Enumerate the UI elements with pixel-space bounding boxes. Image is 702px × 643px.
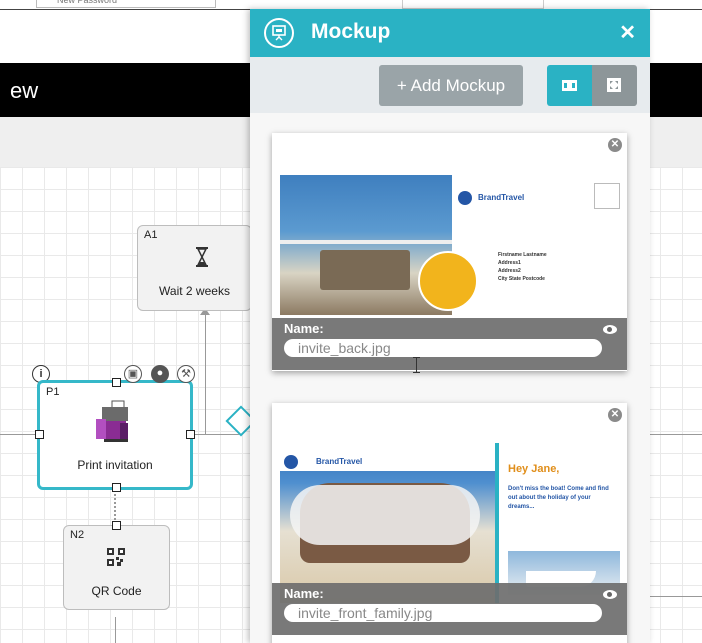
name-bar: Name: <box>272 583 627 635</box>
view-single-button[interactable] <box>547 65 592 106</box>
remove-icon[interactable]: ✕ <box>608 138 622 152</box>
brand-logo <box>458 191 472 205</box>
eye-icon[interactable] <box>603 590 617 599</box>
wrench-icon[interactable]: ⚒ <box>177 365 195 383</box>
printer-icon <box>96 400 128 442</box>
connector <box>650 596 702 597</box>
node-qr[interactable]: N2 QR Code <box>63 521 170 610</box>
connect-handle-left[interactable] <box>35 430 44 439</box>
panel-toolbar: + Add Mockup <box>250 57 650 113</box>
brand-name: BrandTravel <box>316 457 363 466</box>
connect-handle-right[interactable] <box>186 430 195 439</box>
mockup-card[interactable]: ✕ BrandTravel Hey Jane, Don't miss the b… <box>272 403 627 643</box>
node-code: N2 <box>70 529 85 541</box>
remove-icon[interactable]: ✕ <box>608 408 622 422</box>
node-label: Print invitation <box>77 458 153 472</box>
connector <box>115 617 116 643</box>
panel-title: Mockup <box>311 20 391 43</box>
connect-handle-top[interactable] <box>112 521 121 530</box>
brand-name: BrandTravel <box>478 193 525 202</box>
name-label: Name: <box>284 586 324 601</box>
accent-strip <box>495 443 499 603</box>
node-code: P1 <box>46 386 60 398</box>
connect-handle-bottom[interactable] <box>112 483 121 492</box>
field-fragment-right <box>402 0 544 9</box>
text-cursor-icon <box>413 357 420 373</box>
name-label: Name: <box>284 321 324 336</box>
connect-handle-top[interactable] <box>112 378 121 387</box>
node-code: A1 <box>144 229 158 241</box>
qr-code-icon <box>107 548 125 566</box>
view-expand-button[interactable] <box>592 65 637 106</box>
name-input[interactable] <box>284 604 602 622</box>
add-mockup-button[interactable]: + Add Mockup <box>379 65 523 106</box>
node-wait[interactable]: A1 Wait 2 weeks <box>137 225 252 311</box>
node-label: QR Code <box>91 584 142 598</box>
node-print[interactable]: P1 Print invitation <box>35 378 195 492</box>
mockup-image-front <box>280 443 495 603</box>
eye-icon[interactable] <box>603 325 617 334</box>
connector <box>205 312 206 435</box>
close-icon[interactable]: ✕ <box>619 20 636 45</box>
presentation-icon <box>264 18 294 48</box>
panel-header: Mockup ✕ <box>250 9 650 57</box>
stamp-box <box>594 183 620 209</box>
mockup-icon[interactable]: ▣ <box>124 365 142 383</box>
connector <box>190 434 240 435</box>
node-label: Wait 2 weeks <box>159 284 230 298</box>
password-field-fragment: New Password <box>36 0 216 8</box>
body-text: Don't miss the boat! Come and find out a… <box>508 486 609 510</box>
expand-icon <box>607 78 621 92</box>
brand-logo <box>284 455 298 469</box>
connector <box>0 434 40 435</box>
search-icon[interactable]: ● <box>151 365 169 383</box>
mockup-panel: Mockup ✕ + Add Mockup ✕ BrandTravel Firs… <box>250 9 650 643</box>
promo-badge <box>418 251 478 311</box>
address-block: Firstname Lastname Address1 Address2 Cit… <box>498 252 547 282</box>
connector <box>650 434 702 435</box>
name-input[interactable] <box>284 339 602 357</box>
background-title: ew <box>10 78 39 103</box>
mockup-list[interactable]: ✕ BrandTravel Firstname Lastname Address… <box>250 113 650 643</box>
name-bar: Name: <box>272 318 627 370</box>
mockup-card[interactable]: ✕ BrandTravel Firstname Lastname Address… <box>272 133 627 371</box>
card-view-icon <box>562 80 577 91</box>
greeting-text: Hey Jane, <box>508 463 560 475</box>
hourglass-icon <box>196 247 208 267</box>
